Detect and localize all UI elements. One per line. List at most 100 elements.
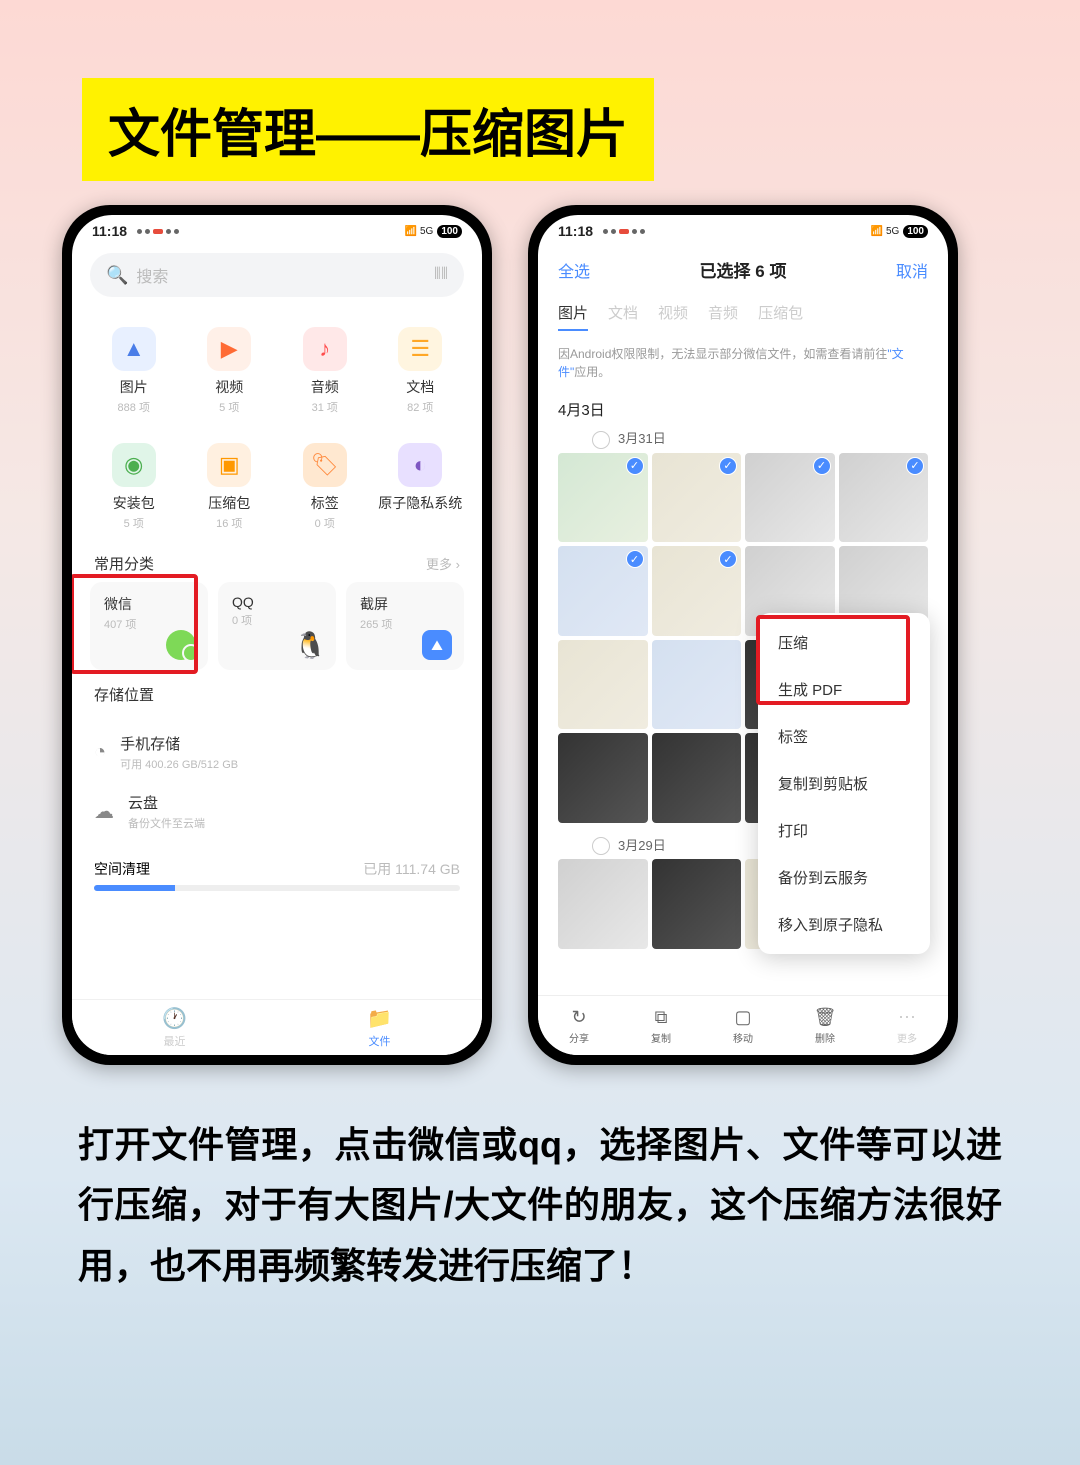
image-icon: ▲	[112, 327, 156, 371]
check-icon: ✓	[626, 457, 644, 475]
storage-progressbar	[94, 885, 460, 891]
more-link[interactable]: 更多 ›	[426, 554, 460, 573]
category-images[interactable]: ▲图片888 项	[90, 327, 178, 415]
android-icon: ◉	[112, 443, 156, 487]
video-icon: ▶	[207, 327, 251, 371]
checkbox-icon[interactable]	[592, 837, 610, 855]
select-all-button[interactable]: 全选	[558, 258, 590, 282]
selection-title: 已选择 6 项	[700, 257, 787, 282]
file-type-tabs: 图片 文档 视频 音频 压缩包	[538, 296, 948, 337]
category-zip[interactable]: ▣压缩包16 项	[186, 443, 274, 531]
move-icon: ▢	[734, 1007, 751, 1028]
menu-print[interactable]: 打印	[758, 807, 930, 854]
thumbnail[interactable]	[558, 733, 648, 823]
thumbnail[interactable]: ✓	[652, 546, 742, 636]
privacy-icon: ◐	[398, 443, 442, 487]
app-screenshot[interactable]: 截屏265 项⛰	[346, 582, 464, 670]
statusbar: 11:18 📶 5G 100	[72, 215, 482, 243]
thumbnail[interactable]: ✓	[839, 453, 929, 543]
folder-icon: 📁	[367, 1006, 392, 1031]
tab-images[interactable]: 图片	[558, 302, 588, 331]
category-tag[interactable]: 🏷标签0 项	[281, 443, 369, 531]
category-privacy[interactable]: ◐原子隐私系统	[377, 443, 465, 531]
cancel-button[interactable]: 取消	[896, 258, 928, 282]
app-qq[interactable]: QQ0 项🐧	[218, 582, 336, 670]
highlight-box	[756, 615, 910, 705]
action-delete[interactable]: 🗑删除	[784, 996, 866, 1055]
status-time: 11:18	[558, 223, 593, 239]
thumbnail[interactable]	[652, 733, 742, 823]
check-icon: ✓	[719, 457, 737, 475]
action-share[interactable]: ↻分享	[538, 996, 620, 1055]
thumbnail[interactable]	[558, 859, 648, 949]
search-icon: 🔍	[106, 265, 128, 286]
statusbar: 11:18 📶 5G 100	[538, 215, 948, 243]
tab-archive[interactable]: 压缩包	[758, 302, 803, 331]
thumbnail[interactable]: ✓	[652, 453, 742, 543]
action-more[interactable]: ⋯更多	[866, 996, 948, 1055]
check-icon: ✓	[906, 457, 924, 475]
menu-move-privacy[interactable]: 移入到原子隐私	[758, 901, 930, 948]
thumbnail[interactable]	[652, 640, 742, 730]
tab-video[interactable]: 视频	[658, 302, 688, 331]
tab-audio[interactable]: 音频	[708, 302, 738, 331]
thumbnail[interactable]	[558, 640, 648, 730]
status-icons: 📶 5G 100	[871, 225, 928, 238]
screen-right: 11:18 📶 5G 100 全选 已选择 6 项 取消 图片 文档 视频 音频…	[538, 215, 948, 1055]
archive-icon: ▣	[207, 443, 251, 487]
audio-icon: ♪	[303, 327, 347, 371]
checkbox-icon[interactable]	[592, 431, 610, 449]
menu-tag[interactable]: 标签	[758, 713, 930, 760]
qq-icon: 🐧	[294, 630, 326, 662]
thumbnail[interactable]	[652, 859, 742, 949]
share-icon: ↻	[571, 1007, 586, 1028]
highlight-box	[72, 574, 198, 674]
search-placeholder: 搜索	[136, 263, 433, 287]
check-icon: ✓	[626, 550, 644, 568]
tab-files[interactable]: 📁文件	[277, 1000, 482, 1055]
tag-icon: 🏷	[303, 443, 347, 487]
status-time: 11:18	[92, 223, 127, 239]
menu-copy-clipboard[interactable]: 复制到剪贴板	[758, 760, 930, 807]
action-move[interactable]: ▢移动	[702, 996, 784, 1055]
copy-icon: ⧉	[655, 1007, 668, 1028]
phone-right: 11:18 📶 5G 100 全选 已选择 6 项 取消 图片 文档 视频 音频…	[528, 205, 958, 1065]
clock-icon: 🕐	[162, 1006, 187, 1031]
title-banner: 文件管理——压缩图片	[82, 78, 654, 181]
action-copy[interactable]: ⧉复制	[620, 996, 702, 1055]
cloud-storage-row[interactable]: ☁云盘备份文件至云端	[94, 782, 460, 841]
instructions-text: 打开文件管理，点击微信或qq，选择图片、文件等可以进行压缩，对于有大图片/大文件…	[78, 1115, 1002, 1296]
category-apk[interactable]: ◉安装包5 项	[90, 443, 178, 531]
permission-notice: 因Android权限限制，无法显示部分微信文件，如需查看请前往"文件"应用。	[538, 337, 948, 389]
thumbnail[interactable]: ✓	[745, 453, 835, 543]
phone-storage-row[interactable]: ◔手机存储可用 400.26 GB/512 GB	[94, 723, 460, 782]
status-icons: 📶 5G 100	[405, 225, 462, 238]
action-bar: ↻分享 ⧉复制 ▢移动 🗑删除 ⋯更多	[538, 995, 948, 1055]
category-video[interactable]: ▶视频5 项	[186, 327, 274, 415]
category-audio[interactable]: ♪音频31 项	[281, 327, 369, 415]
more-icon: ⋯	[898, 1007, 916, 1028]
storage-icon: ◔	[94, 741, 106, 764]
selection-header: 全选 已选择 6 项 取消	[538, 243, 948, 296]
date-subheader: 3月31日	[538, 424, 948, 453]
bottom-nav: 🕐最近 📁文件	[72, 999, 482, 1055]
date-header: 4月3日	[538, 389, 948, 424]
search-input[interactable]: 🔍 搜索 ⦀⦀	[90, 253, 464, 297]
space-clean[interactable]: 空间清理已用 111.74 GB	[72, 851, 482, 899]
storage-section-header: 存储位置	[72, 670, 482, 713]
context-menu: 压缩 生成 PDF 标签 复制到剪贴板 打印 备份到云服务 移入到原子隐私	[758, 613, 930, 954]
trash-icon: 🗑	[814, 1007, 837, 1028]
menu-backup-cloud[interactable]: 备份到云服务	[758, 854, 930, 901]
tab-recent[interactable]: 🕐最近	[72, 1000, 277, 1055]
check-icon: ✓	[719, 550, 737, 568]
screen-left: 11:18 📶 5G 100 🔍 搜索 ⦀⦀ ▲图片888 项 ▶视频5 项 ♪…	[72, 215, 482, 1055]
document-icon: ☰	[398, 327, 442, 371]
phone-left: 11:18 📶 5G 100 🔍 搜索 ⦀⦀ ▲图片888 项 ▶视频5 项 ♪…	[62, 205, 492, 1065]
tab-docs[interactable]: 文档	[608, 302, 638, 331]
thumbnail[interactable]: ✓	[558, 546, 648, 636]
screenshot-icon: ⛰	[422, 630, 452, 660]
category-docs[interactable]: ☰文档82 项	[377, 327, 465, 415]
thumbnail[interactable]: ✓	[558, 453, 648, 543]
cloud-icon: ☁	[94, 799, 114, 824]
voice-icon: ⦀⦀	[434, 266, 448, 284]
